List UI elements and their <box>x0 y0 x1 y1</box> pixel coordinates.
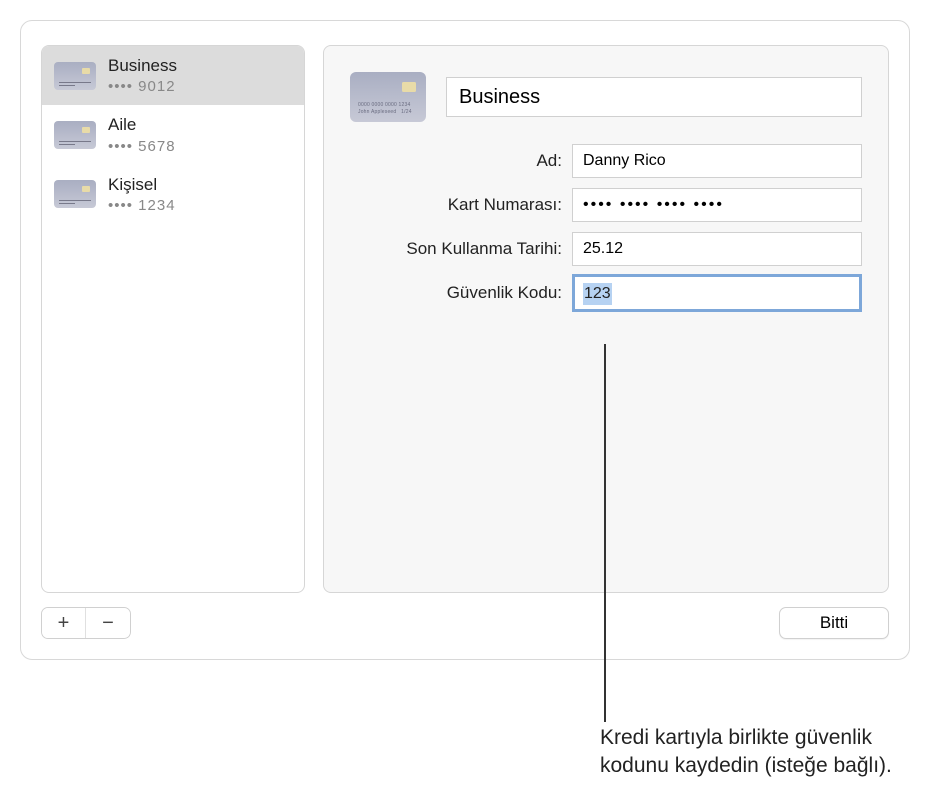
cardholder-name-field[interactable] <box>572 144 862 178</box>
card-item-last4: •••• 1234 <box>108 197 176 214</box>
card-list-item-aile[interactable]: Aile •••• 5678 <box>42 105 304 164</box>
callout-leader-line <box>604 344 606 722</box>
card-number-field[interactable] <box>572 188 862 222</box>
card-item-last4: •••• 9012 <box>108 78 177 95</box>
content-row: Business •••• 9012 Aile •••• 5678 Kişise… <box>41 45 889 593</box>
credit-card-icon <box>350 72 426 122</box>
card-item-text: Business •••• 9012 <box>108 56 177 95</box>
row-cardholder-name: Ad: <box>390 144 862 178</box>
label-security-code: Güvenlik Kodu: <box>390 283 562 303</box>
credit-card-icon <box>54 121 96 149</box>
remove-card-button[interactable]: − <box>86 608 130 638</box>
credit-card-icon <box>54 62 96 90</box>
label-expiry: Son Kullanma Tarihi: <box>390 239 562 259</box>
card-item-text: Kişisel •••• 1234 <box>108 175 176 214</box>
row-card-number: Kart Numarası: <box>390 188 862 222</box>
callout-text: Kredi kartıyla birlikte güvenlik kodunu … <box>600 724 910 781</box>
card-detail-panel: Ad: Kart Numarası: Son Kullanma Tarihi: … <box>323 45 889 593</box>
card-item-text: Aile •••• 5678 <box>108 115 176 154</box>
done-button[interactable]: Bitti <box>779 607 889 639</box>
preferences-window: Business •••• 9012 Aile •••• 5678 Kişise… <box>20 20 910 660</box>
card-list-item-kisisel[interactable]: Kişisel •••• 1234 <box>42 165 304 224</box>
card-list: Business •••• 9012 Aile •••• 5678 Kişise… <box>41 45 305 593</box>
card-list-item-business[interactable]: Business •••• 9012 <box>42 46 304 105</box>
label-cardholder: Ad: <box>390 151 562 171</box>
card-item-title: Kişisel <box>108 175 176 195</box>
security-code-field[interactable] <box>572 274 862 312</box>
credit-card-icon <box>54 180 96 208</box>
footer: + − Bitti <box>41 607 889 639</box>
form-rows: Ad: Kart Numarası: Son Kullanma Tarihi: … <box>350 144 862 310</box>
label-card-number: Kart Numarası: <box>390 195 562 215</box>
row-security-code: Güvenlik Kodu: 123 <box>390 276 862 310</box>
add-remove-control: + − <box>41 607 131 639</box>
plus-icon: + <box>58 612 70 635</box>
expiry-field[interactable] <box>572 232 862 266</box>
title-row <box>350 72 862 122</box>
card-item-title: Business <box>108 56 177 76</box>
minus-icon: − <box>102 612 114 635</box>
card-description-field[interactable] <box>446 77 862 117</box>
card-item-title: Aile <box>108 115 176 135</box>
row-expiry: Son Kullanma Tarihi: <box>390 232 862 266</box>
add-card-button[interactable]: + <box>42 608 86 638</box>
card-item-last4: •••• 5678 <box>108 138 176 155</box>
